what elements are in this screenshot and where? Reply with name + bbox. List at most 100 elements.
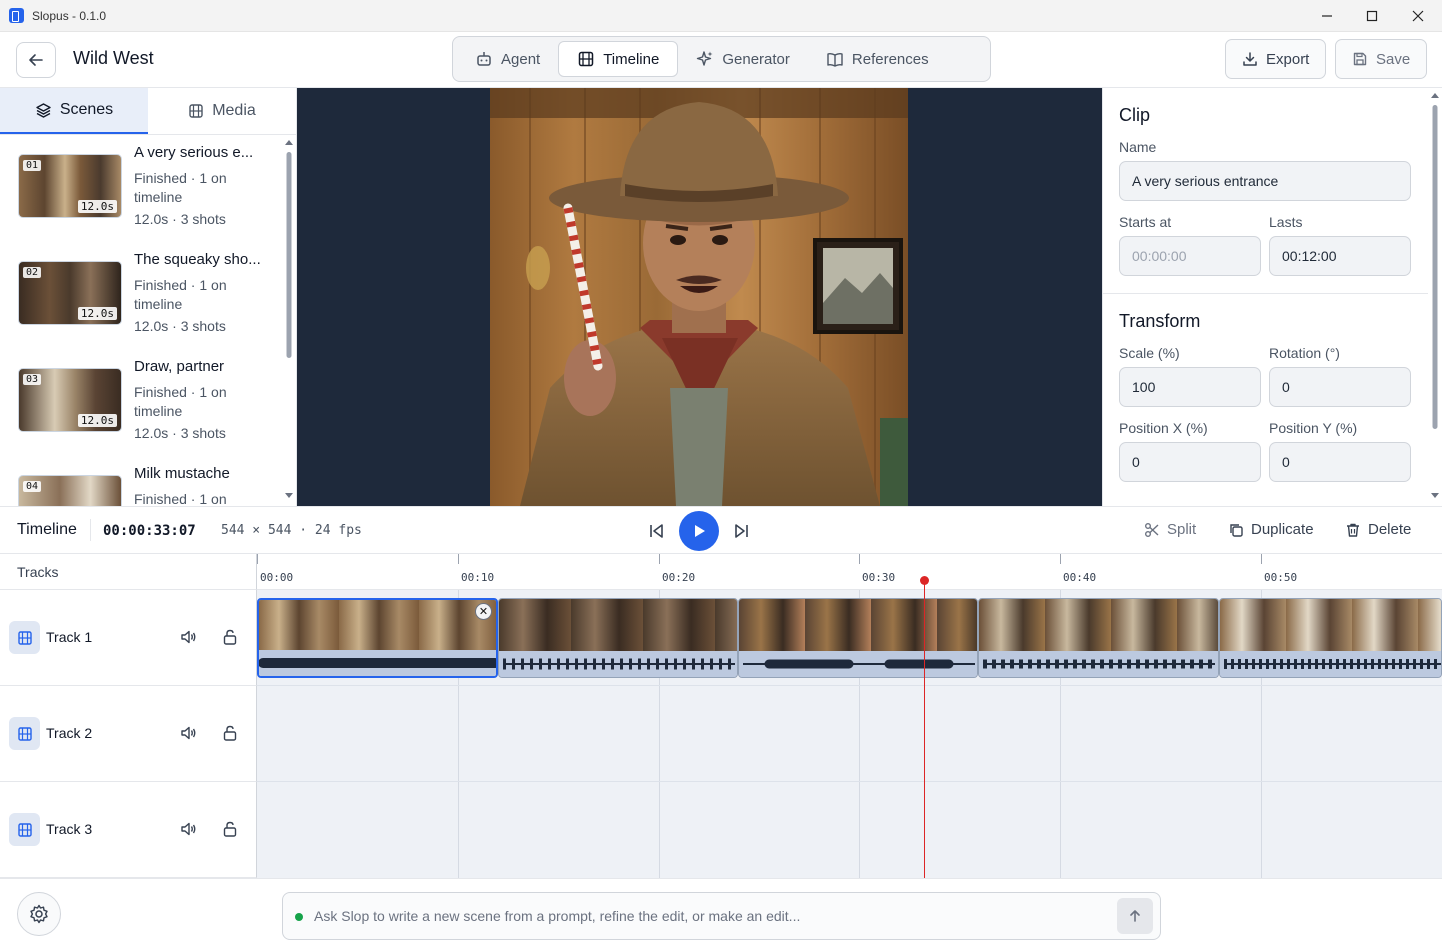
track-name: Track 3 — [46, 821, 93, 837]
ruler-tick — [458, 554, 459, 564]
inspector-panel: Clip Name A very serious entrance Starts… — [1102, 88, 1442, 506]
tab-references[interactable]: References — [808, 41, 947, 77]
split-button[interactable]: Split — [1144, 521, 1196, 538]
scene-meta: 12.0s · 3 shots — [134, 211, 226, 227]
tab-media[interactable]: Media — [148, 88, 296, 134]
film-icon — [578, 51, 594, 67]
clip-thumbnails — [739, 599, 977, 651]
ruler-label: 00:30 — [862, 571, 896, 584]
export-label: Export — [1266, 50, 1310, 68]
window-title: Slopus - 0.1.0 — [32, 8, 107, 23]
duplicate-button[interactable]: Duplicate — [1228, 521, 1314, 538]
duplicate-label: Duplicate — [1251, 521, 1314, 538]
skip-back-button[interactable] — [648, 522, 666, 543]
scene-item[interactable]: 04 Milk mustache Finished · 1 on — [0, 457, 283, 506]
timeline-title: Timeline — [17, 521, 77, 538]
clip-thumbnails — [259, 600, 496, 652]
playhead[interactable] — [924, 581, 925, 878]
scene-title: Milk mustache — [134, 465, 230, 482]
download-icon — [1243, 52, 1257, 66]
time-ruler[interactable]: 00:00 00:10 00:20 00:30 00:40 00:50 — [257, 554, 1442, 590]
divider — [90, 519, 91, 541]
rotation-input[interactable]: 0 — [1269, 367, 1411, 407]
clip-waveform — [259, 650, 496, 676]
scene-meta: 12.0s · 3 shots — [134, 425, 226, 441]
track-lock-button[interactable] — [221, 820, 239, 841]
save-button[interactable]: Save — [1335, 39, 1428, 79]
play-icon — [695, 525, 705, 537]
prompt-box — [282, 892, 1161, 940]
tab-generator[interactable]: Generator — [678, 41, 808, 77]
timeline-clip[interactable] — [738, 598, 978, 678]
video-format: 544 × 544 · 24 fps — [221, 523, 362, 538]
skip-forward-icon — [735, 524, 748, 538]
track-header-1: Track 1 — [0, 590, 257, 686]
minimize-button[interactable] — [1304, 0, 1350, 32]
position-y-input[interactable]: 0 — [1269, 442, 1411, 482]
prompt-input[interactable] — [314, 893, 1104, 939]
film-icon — [189, 104, 203, 118]
maximize-icon — [1366, 10, 1378, 22]
clip-waveform — [1220, 651, 1441, 677]
timeline-clip[interactable] — [498, 598, 738, 678]
ruler-tick — [1060, 554, 1061, 564]
track-lanes[interactable]: ✕ — [257, 590, 1442, 878]
robot-icon — [477, 52, 491, 66]
maximize-button[interactable] — [1349, 0, 1395, 32]
clip-thumbnails — [499, 599, 737, 651]
back-button[interactable] — [16, 42, 56, 78]
track-lock-button[interactable] — [221, 628, 239, 649]
scale-input[interactable]: 100 — [1119, 367, 1261, 407]
timecode: 00:00:33:07 — [103, 523, 196, 539]
ruler-label: 00:10 — [461, 571, 495, 584]
tab-timeline[interactable]: Timeline — [558, 41, 679, 77]
track-lock-button[interactable] — [221, 724, 239, 745]
tab-agent-label: Agent — [501, 50, 541, 68]
tab-agent[interactable]: Agent — [457, 41, 558, 77]
timeline-clip[interactable] — [1219, 598, 1442, 678]
timeline-clip[interactable]: ✕ — [257, 598, 498, 678]
delete-button[interactable]: Delete — [1345, 521, 1411, 538]
starts-at-label: Starts at — [1119, 214, 1172, 230]
export-button[interactable]: Export — [1225, 39, 1327, 79]
scene-item[interactable]: 03 12.0s Draw, partner Finished · 1 on t… — [0, 350, 283, 457]
starts-at-input[interactable]: 00:00:00 — [1119, 236, 1261, 276]
unlock-icon — [223, 629, 237, 645]
project-title: Wild West — [73, 48, 154, 68]
app-logo-icon — [9, 8, 24, 23]
clip-name-input[interactable]: A very serious entrance — [1119, 161, 1411, 201]
sparkles-icon — [697, 51, 713, 66]
video-preview[interactable] — [297, 88, 1102, 506]
lasts-label: Lasts — [1269, 214, 1303, 230]
track-mute-button[interactable] — [180, 724, 198, 745]
close-window-button[interactable] — [1395, 0, 1441, 32]
scene-item[interactable]: 02 12.0s The squeaky sho... Finished · 1… — [0, 243, 283, 350]
settings-button[interactable] — [17, 892, 61, 936]
scene-list-scrollbar[interactable] — [283, 136, 295, 506]
gear-icon — [30, 904, 48, 924]
scene-status: Finished · 1 on timeline — [134, 277, 227, 312]
inspector-scrollbar[interactable] — [1429, 88, 1441, 506]
scene-item[interactable]: 01 12.0s A very serious e... Finished · … — [0, 136, 283, 243]
copy-icon — [1230, 523, 1243, 537]
scissors-icon — [1145, 522, 1159, 537]
playhead-handle[interactable] — [920, 576, 929, 585]
track-mute-button[interactable] — [180, 820, 198, 841]
tab-generator-label: Generator — [722, 50, 790, 68]
delete-label: Delete — [1368, 521, 1412, 538]
lasts-input[interactable]: 00:12:00 — [1269, 236, 1411, 276]
skip-back-icon — [650, 524, 663, 538]
ruler-label: 00:00 — [260, 571, 294, 584]
send-button[interactable] — [1117, 898, 1153, 934]
ruler-tick — [1261, 554, 1262, 564]
track-mute-button[interactable] — [180, 628, 198, 649]
tab-scenes[interactable]: Scenes — [0, 88, 148, 134]
position-x-input[interactable]: 0 — [1119, 442, 1261, 482]
play-button[interactable] — [679, 511, 719, 551]
tab-media-label: Media — [212, 102, 256, 119]
skip-forward-button[interactable] — [732, 522, 750, 543]
remove-clip-button[interactable]: ✕ — [475, 603, 492, 620]
track-header-3: Track 3 — [0, 782, 257, 878]
scene-title: A very serious e... — [134, 144, 254, 161]
timeline-clip[interactable] — [978, 598, 1219, 678]
